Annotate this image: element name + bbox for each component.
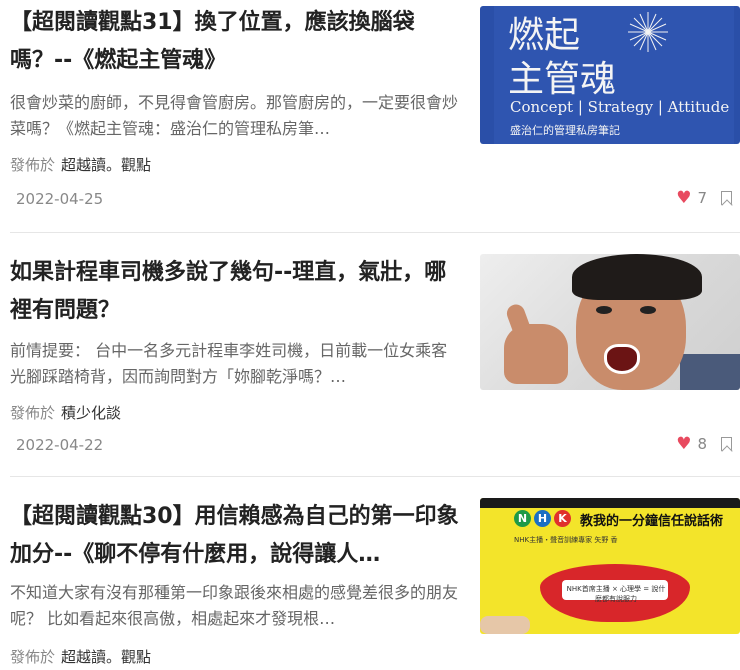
- author-link[interactable]: 超越讀。觀點: [61, 648, 151, 666]
- article-excerpt: 前情提要： 台中一名多元計程車李姓司機，日前載一位女乘客光腳踩踏椅背，因而詢問對…: [10, 341, 448, 386]
- eye-shape: [640, 306, 656, 314]
- published-label: 發佈於: [10, 648, 56, 666]
- nhk-letter: N: [514, 510, 531, 527]
- author-link[interactable]: 積少化談: [61, 404, 121, 422]
- mouth-shape: [604, 344, 640, 374]
- like-count: 7: [697, 189, 707, 207]
- published-label: 發佈於: [10, 156, 56, 174]
- cover-tagline: NHK首席主播 × 心理學 = 說什麼都有說服力: [566, 585, 666, 603]
- divider: [10, 232, 740, 233]
- cover-band: [480, 498, 740, 508]
- article-card[interactable]: 【超閱讀觀點30】用信賴感為自己的第一印象加分--《聊不停有什麼用，說得讓人… …: [0, 490, 740, 670]
- cover-subtitle: Concept | Strategy | Attitude: [510, 98, 730, 116]
- hair-shape: [572, 254, 702, 300]
- nhk-letter: K: [554, 510, 571, 527]
- like-count: 8: [697, 435, 707, 453]
- cover-author: 盛治仁的管理私房筆記: [510, 124, 620, 137]
- article-feed: 【超閱讀觀點31】換了位置，應該換腦袋嗎？--《燃起主管魂》 很會炒菜的廚師，不…: [0, 0, 740, 670]
- cover-title: 燃起 主管魂: [508, 14, 616, 102]
- nhk-logo: N H K: [514, 510, 571, 527]
- cover-title: 教我的一分鐘信任說話術: [580, 514, 724, 529]
- article-title[interactable]: 如果計程車司機多說了幾句--理直，氣壯，哪裡有問題？: [10, 254, 460, 330]
- cover-title-line: 燃起: [508, 15, 581, 56]
- author-link[interactable]: 超越讀。觀點: [61, 156, 151, 174]
- article-stats: ♥ 7: [676, 188, 732, 208]
- cover-title-line: 主管魂: [508, 59, 617, 100]
- article-thumbnail[interactable]: [480, 254, 740, 390]
- heart-icon[interactable]: ♥: [676, 188, 691, 208]
- article-excerpt: 不知道大家有沒有那種第一印象跟後來相處的感覺差很多的朋友呢？ 比如看起來很高傲，…: [10, 583, 458, 628]
- heart-icon[interactable]: ♥: [676, 434, 691, 454]
- book-cover: 燃起 主管魂 Concept | Strategy | Attitude 盛治仁…: [494, 6, 734, 144]
- article-excerpt: 很會炒菜的廚師，不見得會管廚房。那管廚房的，一定要很會炒菜嗎？《燃起主管魂：盛治…: [10, 93, 458, 138]
- divider: [10, 476, 740, 477]
- publisher-line: 發佈於 積少化談: [10, 402, 121, 423]
- publisher-line: 發佈於 超越讀。觀點: [10, 646, 151, 667]
- cover-author: NHK主播・聲音訓練專家 矢野 香: [514, 536, 618, 544]
- article-card[interactable]: 如果計程車司機多說了幾句--理直，氣壯，哪裡有問題？ 前情提要： 台中一名多元計…: [0, 246, 740, 466]
- eye-shape: [596, 306, 612, 314]
- bookmark-icon[interactable]: [721, 437, 732, 451]
- publisher-line: 發佈於 超越讀。觀點: [10, 154, 151, 175]
- article-date: 2022-04-22: [16, 436, 104, 454]
- article-thumbnail[interactable]: 燃起 主管魂 Concept | Strategy | Attitude 盛治仁…: [480, 6, 740, 144]
- published-label: 發佈於: [10, 404, 56, 422]
- nhk-letter: H: [534, 510, 551, 527]
- shirt-shape: [680, 354, 740, 390]
- article-title[interactable]: 【超閱讀觀點31】換了位置，應該換腦袋嗎？--《燃起主管魂》: [10, 4, 460, 80]
- bookmark-icon[interactable]: [721, 191, 732, 205]
- article-title[interactable]: 【超閱讀觀點30】用信賴感為自己的第一印象加分--《聊不停有什麼用，說得讓人…: [10, 498, 460, 574]
- article-card[interactable]: 【超閱讀觀點31】換了位置，應該換腦袋嗎？--《燃起主管魂》 很會炒菜的廚師，不…: [0, 0, 740, 228]
- article-thumbnail[interactable]: N H K 教我的一分鐘信任說話術 NHK主播・聲音訓練專家 矢野 香 NHK首…: [480, 498, 740, 634]
- sunburst-icon: [628, 12, 668, 52]
- article-stats: ♥ 8: [676, 434, 732, 454]
- article-date: 2022-04-25: [16, 190, 104, 208]
- finger-shape: [480, 616, 530, 634]
